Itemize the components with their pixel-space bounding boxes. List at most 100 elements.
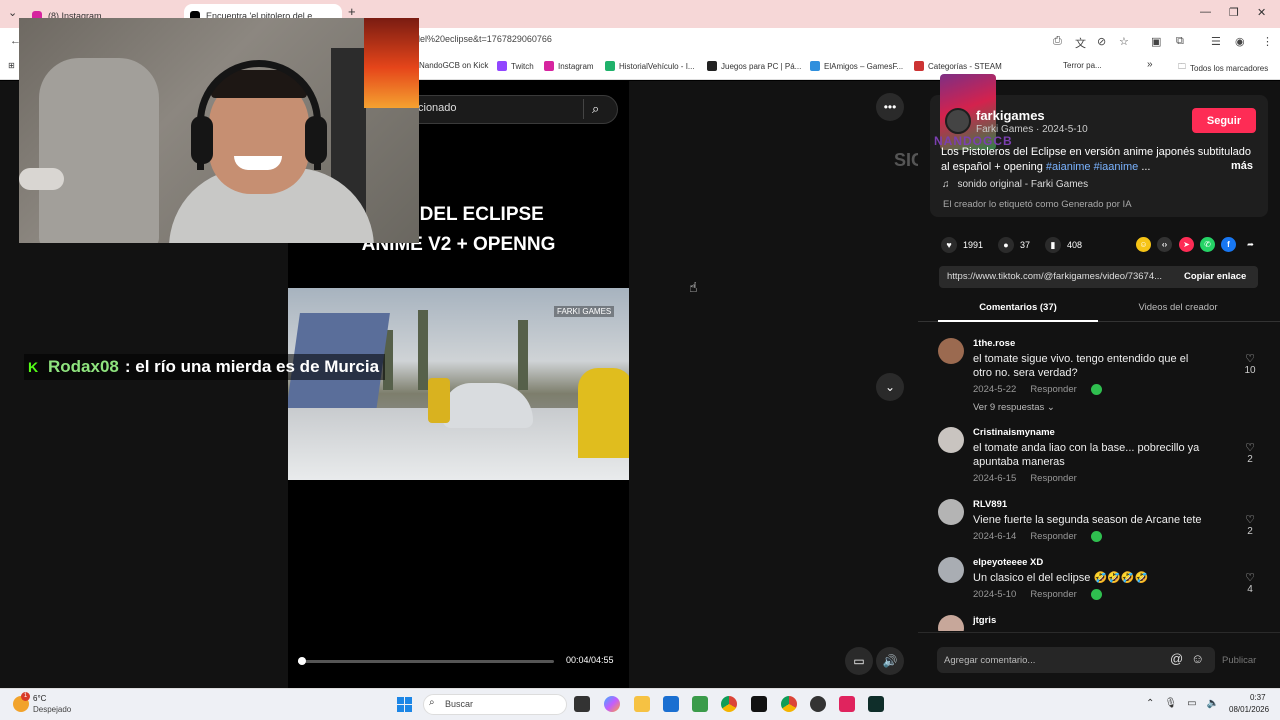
minimize-button[interactable]: —	[1200, 6, 1211, 18]
bookmark-steam[interactable]: Categorías - STEAM	[914, 61, 1002, 71]
like-button[interactable]: ♥ 1991	[941, 237, 983, 253]
all-bookmarks[interactable]: 🗀 Todos los marcadores	[1178, 61, 1268, 75]
creator-avatar[interactable]	[945, 108, 971, 134]
store-icon[interactable]	[663, 696, 679, 712]
comment-like[interactable]: ♡ 2	[1240, 513, 1260, 537]
publish-button[interactable]: Publicar	[1222, 655, 1256, 666]
copilot-icon[interactable]	[604, 696, 620, 712]
translate-icon[interactable]: 文	[1075, 35, 1086, 51]
file-explorer-icon[interactable]	[634, 696, 650, 712]
terminal-icon[interactable]	[868, 696, 884, 712]
bookmark-juegos[interactable]: Juegos para PC | Pá...	[707, 61, 801, 71]
coin-icon[interactable]: ☺	[1136, 237, 1151, 252]
install-icon[interactable]: ⎙	[1053, 35, 1062, 48]
avatar[interactable]	[938, 427, 964, 453]
bookmark-historial[interactable]: HistorialVehículo - I...	[605, 61, 695, 71]
reply-button[interactable]: Responder	[1030, 531, 1076, 542]
embed-icon[interactable]: ‹›	[1157, 237, 1172, 252]
comment-username[interactable]: RLV891	[973, 499, 1007, 510]
comment-username[interactable]: jtgris	[973, 615, 996, 626]
bookmark-twitch[interactable]: Twitch	[497, 61, 534, 71]
bookmarks-more-button[interactable]: »	[1147, 59, 1153, 70]
chrome-active-icon[interactable]	[781, 696, 797, 712]
facebook-icon[interactable]: f	[1221, 237, 1236, 252]
progress-track[interactable]	[298, 660, 554, 663]
whatsapp-icon[interactable]: ✆	[1200, 237, 1215, 252]
bookmark-kick[interactable]: NandoGCB on Kick	[419, 61, 488, 70]
hashtag[interactable]: #iaanime	[1094, 161, 1139, 173]
bookmark-elamigos[interactable]: ElAmigos – GamesF...	[810, 61, 903, 71]
puzzle-icon[interactable]: ⧉	[1176, 35, 1184, 48]
maximize-button[interactable]: ❐	[1229, 6, 1239, 19]
progress-handle[interactable]	[297, 657, 306, 665]
app-icon[interactable]	[692, 696, 708, 712]
hashtag[interactable]: #aianime	[1046, 161, 1091, 173]
new-tab-button[interactable]: +	[348, 4, 356, 19]
tab-creator-videos[interactable]: Videos del creador	[1098, 302, 1258, 313]
comment-button[interactable]: ● 37	[998, 237, 1030, 253]
obs-icon[interactable]	[810, 696, 826, 712]
search-text: cionado	[418, 102, 457, 114]
menu-icon[interactable]: ⋮	[1262, 35, 1273, 48]
start-button[interactable]	[397, 697, 412, 712]
reading-list-icon[interactable]: ☰	[1211, 35, 1221, 48]
avatar[interactable]	[938, 557, 964, 583]
chevron-up-icon[interactable]: ⌃	[1146, 698, 1154, 709]
star-icon[interactable]: ☆	[1119, 35, 1129, 48]
clock-date[interactable]: 08/01/2026	[1229, 705, 1269, 714]
clock-time[interactable]: 0:37	[1250, 693, 1266, 702]
comment-like[interactable]: ♡ 10	[1240, 352, 1260, 376]
microphone-icon[interactable]: 🎙	[1164, 698, 1177, 709]
tab-search-icon[interactable]: ⌄	[8, 6, 17, 19]
search-icon[interactable]: ⌕	[592, 101, 599, 117]
task-view-icon[interactable]	[574, 696, 590, 712]
tiktok-app-icon[interactable]	[751, 696, 767, 712]
comment-username[interactable]: Cristinaismyname	[973, 427, 1055, 438]
bookmark-terror[interactable]: Terror pa...	[1063, 61, 1102, 70]
emoji-icon[interactable]: ☺	[1191, 651, 1204, 666]
speaker-icon[interactable]: 🔈	[1207, 698, 1219, 709]
volume-button[interactable]: 🔊	[876, 647, 904, 675]
close-window-button[interactable]: ✕	[1257, 6, 1266, 19]
view-replies-button[interactable]: Ver 9 respuestas ⌄	[973, 402, 1055, 413]
follow-button[interactable]: Seguir	[1192, 108, 1256, 133]
video-link[interactable]: https://www.tiktok.com/@farkigames/video…	[947, 271, 1175, 282]
capcut-icon[interactable]	[839, 696, 855, 712]
send-icon[interactable]: ➤	[1179, 237, 1194, 252]
save-button[interactable]: ▮ 408	[1045, 237, 1082, 253]
search-divider	[583, 99, 584, 119]
reply-button[interactable]: Responder	[1030, 384, 1076, 395]
more-options-button[interactable]: •••	[876, 93, 904, 121]
avatar[interactable]	[938, 499, 964, 525]
ai-generated-label: El creador lo etiquetó como Generado por…	[943, 199, 1132, 210]
copy-link-button[interactable]: Copiar enlace	[1184, 271, 1246, 282]
avatar[interactable]	[938, 615, 964, 631]
floating-player-button[interactable]: ▭	[845, 647, 873, 675]
share-icon[interactable]: ➦	[1243, 237, 1258, 252]
avatar[interactable]	[938, 338, 964, 364]
chrome-icon[interactable]	[721, 696, 737, 712]
music-link[interactable]: ♫ sonido original - Farki Games	[942, 179, 1088, 190]
gaming-chair	[39, 58, 159, 243]
tab-comments[interactable]: Comentarios (37)	[938, 302, 1098, 313]
comment-like[interactable]: ♡ 2	[1240, 441, 1260, 465]
profile-icon[interactable]: ◉	[1235, 35, 1245, 48]
apps-icon[interactable]: ⊞	[8, 61, 15, 70]
reply-button[interactable]: Responder	[1030, 589, 1076, 600]
comment-username[interactable]: elpeyoteeee XD	[973, 557, 1043, 568]
network-icon[interactable]: ▭	[1187, 698, 1196, 709]
reply-button[interactable]: Responder	[1030, 473, 1076, 484]
mention-icon[interactable]: @	[1170, 651, 1183, 666]
creator-name[interactable]: farkigames	[976, 108, 1045, 123]
comment-username[interactable]: 1the.rose	[973, 338, 1015, 349]
eye-off-icon[interactable]: ⊘	[1097, 35, 1106, 48]
more-button[interactable]: más	[1231, 160, 1253, 172]
extension-icon[interactable]: ▣	[1151, 35, 1161, 48]
comment-like[interactable]: ♡ 4	[1240, 571, 1260, 595]
url-field[interactable]: 0del%20eclipse&t=1767829060766	[410, 34, 552, 44]
system-tray[interactable]: ⌃ 🎙 ▭ 🔈	[1146, 698, 1219, 709]
video-description: Los Pistoleros del Eclipse en versión an…	[941, 146, 1252, 173]
bookmark-instagram[interactable]: Instagram	[544, 61, 594, 71]
next-video-button[interactable]: ⌄	[876, 373, 904, 401]
heart-outline-icon: ♡	[1245, 514, 1255, 526]
